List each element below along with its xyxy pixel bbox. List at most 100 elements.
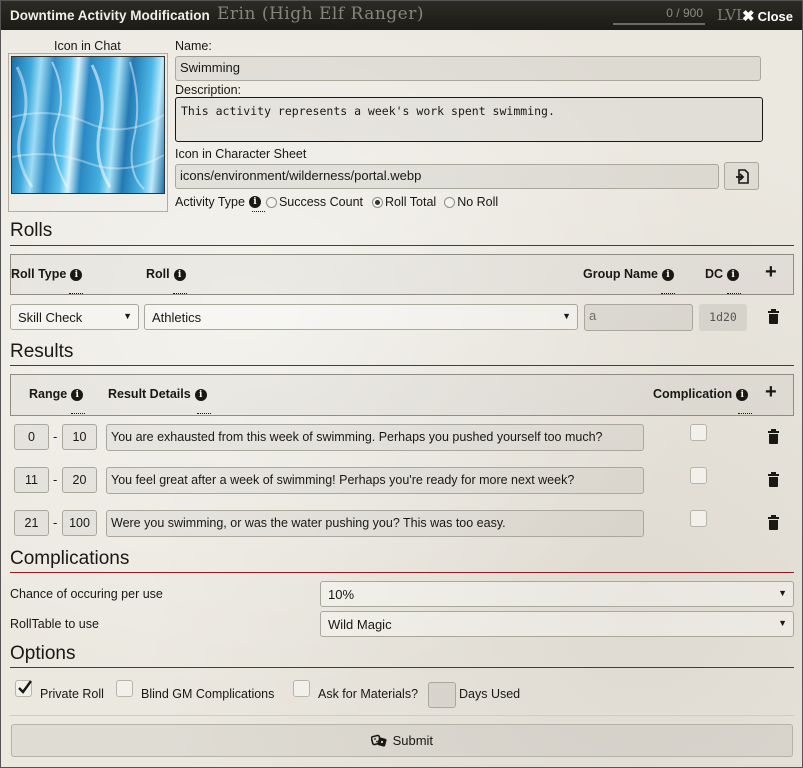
radio-no-roll[interactable]: No Roll <box>444 195 498 209</box>
window-titlebar[interactable]: Downtime Activity Modification Erin (Hig… <box>1 1 802 30</box>
plus-icon: + <box>765 261 777 283</box>
delete-result-button[interactable] <box>768 429 779 444</box>
rolltable-select[interactable]: Wild Magic ▼ <box>320 611 794 637</box>
close-button[interactable]: ✖ Close <box>742 7 793 25</box>
window-title: Downtime Activity Modification <box>10 8 210 23</box>
file-picker-button[interactable] <box>724 162 759 190</box>
background-character-name: Erin (High Elf Ranger) <box>217 4 424 24</box>
info-icon: i <box>662 268 675 281</box>
dc-input[interactable]: 1d20 <box>699 304 747 331</box>
complication-checkbox[interactable] <box>690 467 707 484</box>
add-roll-button[interactable]: + <box>765 261 777 284</box>
range-header: Range i <box>29 387 84 401</box>
water-texture-overlay <box>11 61 165 190</box>
group-name-header: Group Name i <box>583 267 675 281</box>
chat-icon-label: Icon in Chat <box>54 39 121 53</box>
chance-value: 10% <box>328 587 355 602</box>
chance-select[interactable]: 10% ▼ <box>320 581 794 607</box>
sheet-icon-label: Icon in Character Sheet <box>175 147 307 161</box>
result-details-input[interactable]: Were you swimming, or was the water push… <box>106 510 644 537</box>
range-header-label: Range <box>29 387 68 401</box>
rolls-table-header: Roll Type i Roll i Group Name i DC i + <box>10 254 794 295</box>
file-picker-icon <box>735 168 749 184</box>
range-max-input[interactable]: 20 <box>62 467 97 493</box>
info-icon: i <box>71 388 84 401</box>
rolls-divider <box>10 245 794 246</box>
plus-icon: + <box>765 381 777 403</box>
dc-header: DC i <box>705 267 740 281</box>
radio-roll-total-label: Roll Total <box>385 195 437 209</box>
blind-gm-checkbox[interactable] <box>116 680 133 697</box>
range-max-input[interactable]: 10 <box>62 424 97 450</box>
name-label: Name: <box>175 39 212 53</box>
radio-no-roll-label: No Roll <box>457 195 499 209</box>
range-separator: - <box>53 515 58 530</box>
range-min-input[interactable]: 0 <box>14 424 49 450</box>
ask-materials-checkbox[interactable] <box>293 680 310 697</box>
roll-header: Roll i <box>146 267 186 281</box>
rolltable-value: Wild Magic <box>328 617 392 632</box>
group-name-input[interactable]: a <box>584 304 693 331</box>
rolltable-label: RollTable to use <box>10 617 99 631</box>
chance-label: Chance of occuring per use <box>10 587 163 601</box>
result-details-input[interactable]: You are exhausted from this week of swim… <box>106 424 644 451</box>
results-table-header: Range i Result Details i Complication i + <box>10 374 794 416</box>
info-underline <box>738 413 752 414</box>
info-icon: i <box>173 268 186 281</box>
result-details-input[interactable]: You feel great after a week of swimming!… <box>106 467 644 494</box>
info-icon: i <box>727 268 740 281</box>
blind-gm-label: Blind GM Complications <box>141 687 275 701</box>
days-used-input[interactable] <box>428 682 456 708</box>
range-min-input[interactable]: 21 <box>14 510 49 536</box>
roll-header-label: Roll <box>146 267 170 281</box>
private-roll-checkbox[interactable] <box>15 680 32 697</box>
chevron-down-icon: ▼ <box>562 311 571 321</box>
submit-button[interactable]: Submit <box>11 724 793 757</box>
complication-checkbox[interactable] <box>690 424 707 441</box>
radio-roll-total[interactable]: Roll Total <box>372 195 436 209</box>
dice-icon <box>370 734 387 747</box>
info-underline <box>173 293 187 294</box>
rolls-heading: Rolls <box>10 220 53 241</box>
range-separator: - <box>53 472 58 487</box>
chevron-down-icon: ▼ <box>778 618 787 628</box>
info-underline <box>69 293 83 294</box>
delete-result-button[interactable] <box>768 515 779 530</box>
delete-result-button[interactable] <box>768 472 779 487</box>
roll-type-select[interactable]: Skill Check ▼ <box>10 304 139 330</box>
chat-icon-frame <box>8 53 168 212</box>
roll-value: Athletics <box>152 310 202 325</box>
roll-type-header: Roll Type i <box>11 267 83 281</box>
submit-label: Submit <box>392 733 434 748</box>
result-details-header-label: Result Details <box>108 387 191 401</box>
radio-success-count[interactable]: Success Count <box>265 195 363 209</box>
name-input[interactable]: Swimming <box>175 56 761 81</box>
chevron-down-icon: ▼ <box>123 311 132 321</box>
roll-type-header-label: Roll Type <box>11 267 67 281</box>
sheet-icon-path-input[interactable]: icons/environment/wilderness/portal.webp <box>175 164 719 189</box>
radio-icon <box>444 197 456 209</box>
roll-type-value: Skill Check <box>18 310 83 325</box>
options-divider <box>10 667 794 668</box>
background-xp-bar: 0 / 900 <box>613 5 705 25</box>
delete-roll-button[interactable] <box>768 309 779 324</box>
results-divider <box>10 365 794 366</box>
chat-icon-image[interactable] <box>11 56 165 194</box>
complication-header-label: Complication <box>653 387 733 401</box>
close-icon: ✖ <box>742 8 755 25</box>
days-used-label: Days Used <box>459 687 521 701</box>
options-heading: Options <box>10 643 76 664</box>
add-result-button[interactable]: + <box>765 381 777 404</box>
range-min-input[interactable]: 11 <box>14 467 49 493</box>
ask-materials-label: Ask for Materials? <box>318 687 419 701</box>
range-max-input[interactable]: 100 <box>62 510 97 536</box>
info-underline <box>71 413 85 414</box>
description-label: Description: <box>175 83 241 97</box>
roll-select[interactable]: Athletics ▼ <box>144 304 578 330</box>
complications-heading: Complications <box>10 548 130 569</box>
complication-checkbox[interactable] <box>690 510 707 527</box>
dc-header-label: DC <box>705 267 724 281</box>
info-underline <box>661 293 675 294</box>
radio-icon <box>265 197 277 209</box>
description-textarea[interactable]: This activity represents a week's work s… <box>175 97 763 142</box>
